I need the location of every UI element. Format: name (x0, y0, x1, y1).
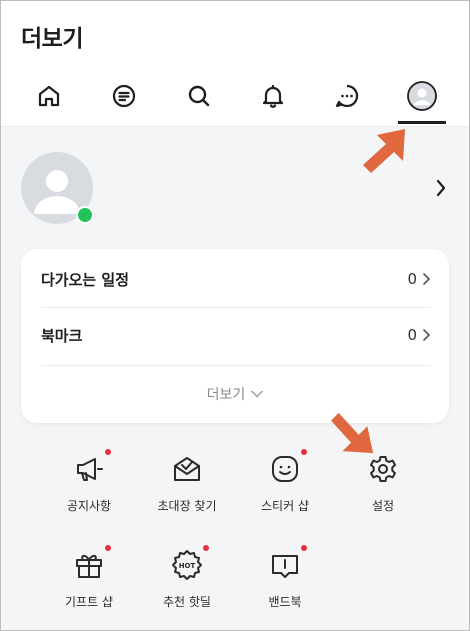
bookmark-label: 북마크 (41, 326, 83, 345)
new-badge-dot (105, 545, 111, 551)
page-title: 더보기 (21, 26, 83, 52)
new-badge-dot (105, 449, 111, 455)
menu-settings-label: 설정 (371, 499, 395, 513)
selected-tab-indicator (398, 121, 446, 124)
home-icon (38, 85, 60, 107)
row-divider (41, 365, 431, 366)
app-frame: 더보기 다가오는 일정 0 북마크 0 더보기 공지사항 초대장 찾기 스티커 … (0, 0, 470, 631)
sticker-icon (269, 453, 301, 485)
tab-feed[interactable] (109, 81, 139, 111)
new-badge-dot (301, 545, 307, 551)
menu-band-book-label: 밴드북 (268, 595, 302, 609)
tab-chat[interactable] (332, 81, 362, 111)
envelope-icon (171, 453, 203, 485)
menu-hot-deal[interactable]: HOT 추천 핫딜 (137, 545, 237, 629)
menu-settings[interactable]: 설정 (333, 453, 433, 533)
profile-chevron-icon[interactable] (435, 178, 447, 202)
menu-gift-shop-label: 기프트 샵 (65, 595, 113, 609)
bookmark-row[interactable]: 북마크 0 (41, 307, 431, 363)
tab-home[interactable] (34, 81, 64, 111)
menu-notice[interactable]: 공지사항 (39, 449, 139, 533)
megaphone-icon (73, 453, 105, 485)
bookmark-count-wrap: 0 (407, 326, 431, 344)
tab-notifications[interactable] (258, 81, 288, 111)
search-icon (188, 85, 210, 107)
annotation-arrow-up-right-icon (363, 129, 405, 173)
menu-gift-shop[interactable]: 기프트 샵 (39, 545, 139, 629)
menu-invitation[interactable]: 초대장 찾기 (137, 453, 237, 533)
summary-card: 다가오는 일정 0 북마크 0 더보기 (21, 249, 449, 423)
hot-badge-icon: HOT (171, 549, 203, 581)
tab-more-profile[interactable] (407, 81, 437, 111)
annotation-arrow-down-right-icon (331, 412, 374, 454)
tab-search[interactable] (184, 81, 214, 111)
upcoming-schedule-row[interactable]: 다가오는 일정 0 (41, 251, 431, 307)
upcoming-schedule-count: 0 (407, 270, 417, 288)
chevron-right-icon (423, 329, 431, 341)
menu-invitation-label: 초대장 찾기 (157, 499, 217, 513)
feed-icon (112, 84, 136, 108)
chat-icon (335, 84, 359, 108)
top-header: 더보기 (1, 1, 469, 127)
svg-text:HOT: HOT (179, 562, 196, 570)
new-badge-dot (301, 449, 307, 455)
menu-sticker-shop-label: 스티커 샵 (261, 499, 309, 513)
gear-icon (367, 453, 399, 485)
card-more-label: 더보기 (206, 387, 246, 403)
upcoming-schedule-label: 다가오는 일정 (41, 270, 130, 289)
bell-icon (262, 84, 284, 108)
menu-band-book[interactable]: 밴드북 (235, 545, 335, 629)
menu-sticker-shop[interactable]: 스티커 샵 (235, 449, 335, 533)
card-more-button[interactable]: 더보기 (21, 379, 449, 409)
gift-icon (73, 549, 105, 581)
menu-hot-deal-label: 추천 핫딜 (163, 595, 211, 609)
book-icon (269, 549, 301, 581)
menu-notice-label: 공지사항 (66, 499, 112, 513)
upcoming-schedule-count-wrap: 0 (407, 270, 431, 288)
new-badge-dot (203, 545, 209, 551)
profile-icon (407, 81, 437, 111)
chevron-right-icon (423, 273, 431, 285)
chevron-down-icon (251, 390, 264, 398)
online-status-dot (76, 206, 94, 224)
bookmark-count: 0 (407, 326, 417, 344)
